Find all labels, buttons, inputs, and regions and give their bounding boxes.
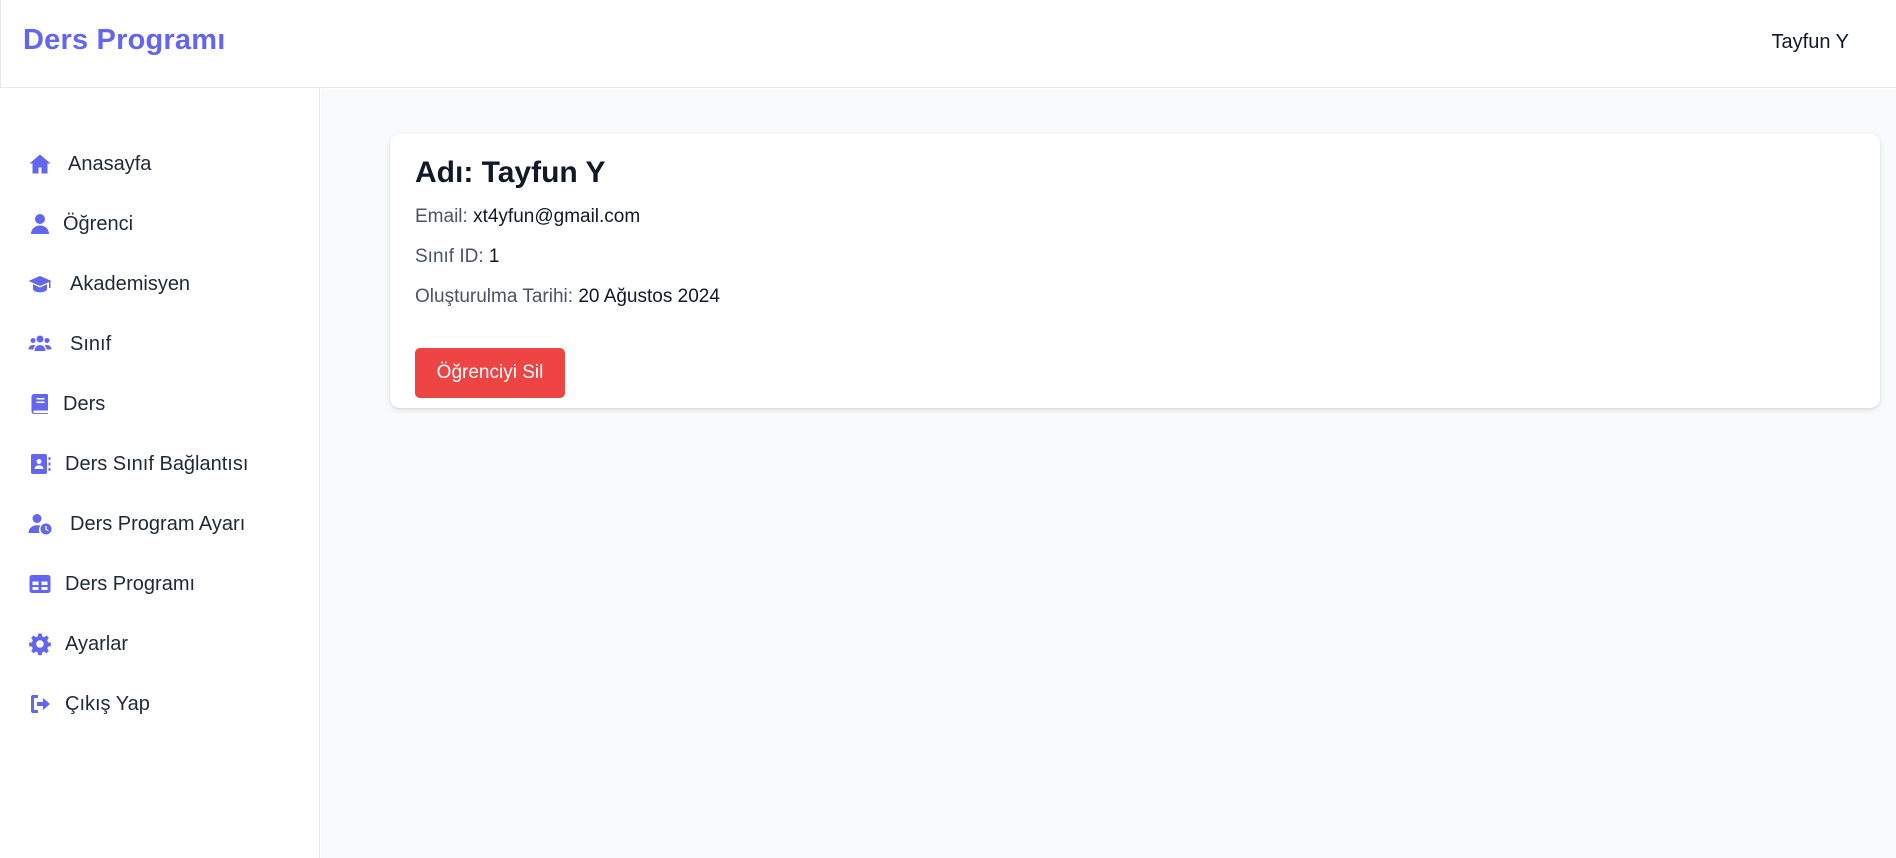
- sidebar-item-ders-program-ayari[interactable]: Ders Program Ayarı: [28, 504, 245, 544]
- sidebar-item-ders-programi[interactable]: Ders Programı: [28, 564, 195, 604]
- users-icon: [28, 332, 52, 356]
- sidebar-item-label: Ders Programı: [65, 572, 196, 595]
- sign-out-icon: [28, 692, 52, 716]
- sidebar-item-sinif[interactable]: Sınıf: [28, 324, 111, 364]
- email-value: xt4yfun@gmail.com: [473, 206, 641, 227]
- sidebar-item-label: Ders Program Ayarı: [70, 512, 246, 535]
- sidebar-item-label: Ders: [63, 392, 106, 415]
- sidebar-item-ders[interactable]: Ders: [28, 384, 105, 424]
- created-date-value: 20 Ağustos 2024: [578, 286, 720, 307]
- sidebar-item-cikis-yap[interactable]: Çıkış Yap: [28, 684, 150, 724]
- sidebar-item-ayarlar[interactable]: Ayarlar: [28, 624, 128, 664]
- graduation-cap-icon: [28, 272, 52, 296]
- sidebar-item-label: Çıkış Yap: [65, 692, 150, 715]
- delete-student-button[interactable]: Öğrenciyi Sil: [415, 348, 565, 398]
- sidebar-item-label: Ders Sınıf Bağlantısı: [65, 452, 249, 475]
- created-date-label: Oluşturulma Tarihi:: [415, 286, 574, 307]
- class-id-row: Sınıf ID: 1: [415, 246, 500, 268]
- sidebar-item-label: Sınıf: [70, 332, 112, 355]
- sidebar-item-akademisyen[interactable]: Akademisyen: [28, 264, 190, 304]
- gear-icon: [28, 632, 52, 656]
- created-date-row: Oluşturulma Tarihi: 20 Ağustos 2024: [415, 286, 720, 308]
- sidebar: Anasayfa Öğrenci Akademisyen Sınıf Ders …: [0, 88, 320, 858]
- email-label: Email:: [415, 206, 468, 227]
- user-menu[interactable]: Tayfun Y: [1772, 31, 1849, 54]
- main-content: Adı: Tayfun Y Email: xt4yfun@gmail.com S…: [321, 89, 1896, 858]
- email-row: Email: xt4yfun@gmail.com: [415, 206, 640, 228]
- student-name-title: Adı: Tayfun Y: [415, 156, 606, 189]
- sidebar-item-label: Ayarlar: [65, 632, 128, 655]
- address-book-icon: [28, 452, 52, 476]
- user-icon: [28, 212, 52, 236]
- sidebar-item-ogrenci[interactable]: Öğrenci: [28, 204, 133, 244]
- top-header: Ders Programı Tayfun Y: [0, 0, 1896, 88]
- home-icon: [28, 152, 52, 176]
- student-detail-card: Adı: Tayfun Y Email: xt4yfun@gmail.com S…: [390, 134, 1880, 408]
- class-id-value: 1: [488, 246, 500, 267]
- user-clock-icon: [28, 512, 52, 536]
- book-icon: [28, 392, 52, 416]
- table-icon: [28, 572, 52, 596]
- sidebar-item-label: Anasayfa: [68, 152, 152, 175]
- sidebar-item-ders-sinif-baglantisi[interactable]: Ders Sınıf Bağlantısı: [28, 444, 248, 484]
- sidebar-item-anasayfa[interactable]: Anasayfa: [28, 144, 151, 184]
- sidebar-item-label: Akademisyen: [70, 272, 191, 295]
- brand-title[interactable]: Ders Programı: [23, 24, 225, 57]
- sidebar-item-label: Öğrenci: [63, 212, 134, 235]
- class-id-label: Sınıf ID:: [415, 246, 484, 267]
